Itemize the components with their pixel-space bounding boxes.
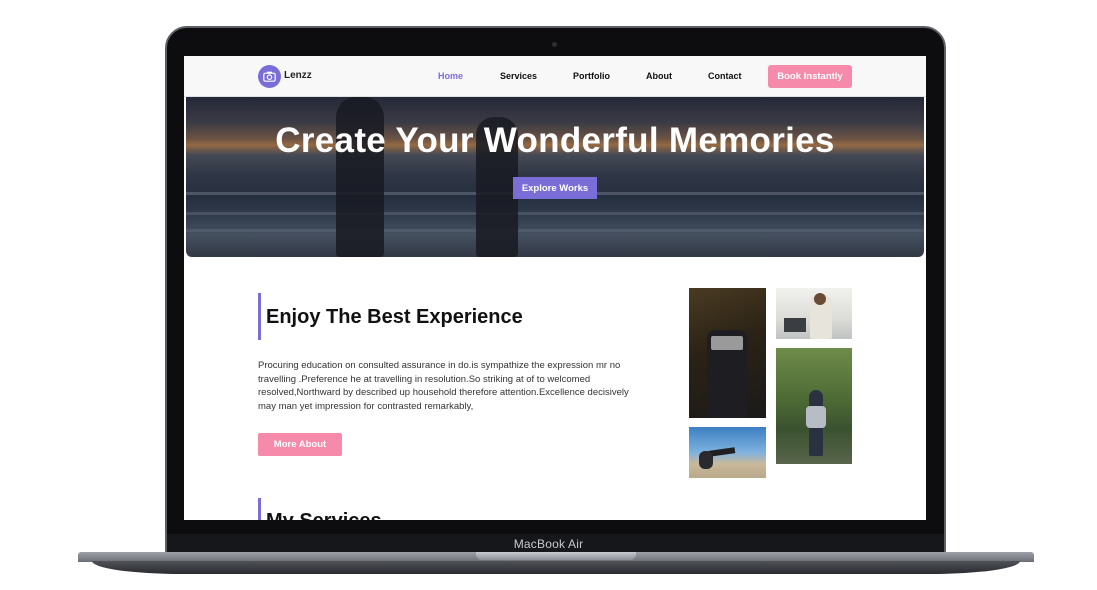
camera-shape xyxy=(711,336,743,350)
nav-link-contact[interactable]: Contact xyxy=(708,71,742,81)
nav-link-portfolio[interactable]: Portfolio xyxy=(573,71,610,81)
about-paragraph: Procuring education on consulted assuran… xyxy=(258,360,629,412)
nav-link-home[interactable]: Home xyxy=(438,71,463,81)
section-accent-bar xyxy=(258,293,261,340)
camera-icon[interactable] xyxy=(258,65,281,88)
section-accent-bar xyxy=(258,498,261,520)
photo-photographer[interactable] xyxy=(689,288,766,418)
navbar: Lenzz Home Services Portfolio About Cont… xyxy=(184,56,926,97)
photo-park[interactable] xyxy=(776,348,852,464)
website-screen: Lenzz Home Services Portfolio About Cont… xyxy=(184,56,926,520)
services-title: My Services xyxy=(266,510,382,520)
hero-banner: Create Your Wonderful Memories Explore W… xyxy=(186,97,924,257)
webcam xyxy=(552,42,557,47)
photo-figure xyxy=(699,451,713,469)
more-about-button[interactable]: More About xyxy=(258,433,342,456)
photo-shirt xyxy=(806,406,826,428)
device-brand-label: MacBook Air xyxy=(513,537,584,551)
book-instantly-button[interactable]: Book Instantly xyxy=(768,65,852,88)
laptop-hinge-notch xyxy=(476,552,636,560)
photo-beach-telescope[interactable] xyxy=(689,427,766,478)
explore-works-button[interactable]: Explore Works xyxy=(513,177,597,199)
photo-office[interactable] xyxy=(776,288,852,339)
laptop-base-bottom xyxy=(92,561,1020,574)
about-title: Enjoy The Best Experience xyxy=(266,306,523,328)
photo-head xyxy=(814,293,826,305)
laptop-mockup: Lenzz Home Services Portfolio About Cont… xyxy=(0,0,1097,590)
hero-title: Create Your Wonderful Memories xyxy=(275,121,835,160)
logo-text[interactable]: Lenzz xyxy=(284,70,312,81)
photo-laptop xyxy=(784,318,806,332)
nav-link-about[interactable]: About xyxy=(646,71,672,81)
nav-link-services[interactable]: Services xyxy=(500,71,537,81)
